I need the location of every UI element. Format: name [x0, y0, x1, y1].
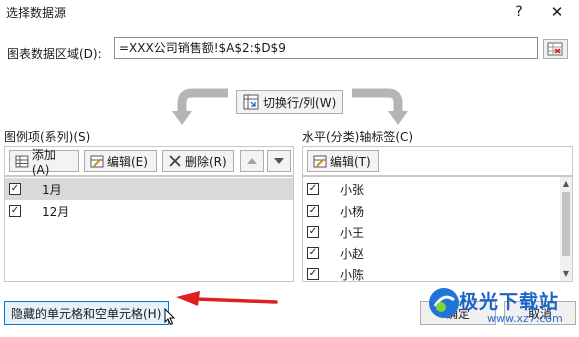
list-item[interactable]: ✓ 小杨: [303, 200, 572, 222]
move-up-button[interactable]: [240, 150, 264, 172]
watermark: 极光下载站 www.xz7.com: [425, 284, 579, 337]
add-series-label: 添加(A): [31, 147, 56, 177]
watermark-logo-icon: [429, 288, 459, 318]
list-item-label: 小张: [340, 182, 365, 197]
range-select-button[interactable]: [543, 39, 568, 59]
curved-arrow-left-icon: [172, 88, 228, 125]
checkbox[interactable]: ✓: [9, 205, 21, 217]
checkbox[interactable]: ✓: [307, 226, 319, 238]
legend-toolbar: 添加(A) 编辑(E) 删除(R): [4, 146, 294, 177]
delete-x-icon: [169, 155, 181, 167]
scroll-down-icon[interactable]: ▼: [560, 267, 572, 281]
delete-series-label: 删除(R): [185, 154, 227, 169]
list-item[interactable]: ✓ 小赵: [303, 242, 572, 264]
chart-data-range-input[interactable]: =XXX公司销售额!$A$2:$D$9: [114, 37, 538, 59]
curved-arrow-right-icon: [352, 88, 408, 125]
axis-toolbar: 编辑(T): [302, 146, 573, 176]
switch-row-column-label: 切换行/列(W): [263, 95, 337, 110]
list-item-label: 小杨: [340, 204, 365, 219]
list-item-label: 小王: [340, 225, 365, 240]
list-item[interactable]: ✓ 小王: [303, 221, 572, 243]
switch-row-column-icon: [243, 94, 259, 110]
checkbox[interactable]: ✓: [9, 183, 21, 195]
edit-series-button[interactable]: 编辑(E): [84, 150, 157, 172]
red-annotation-arrow-icon: [176, 291, 278, 306]
triangle-down-icon: [274, 158, 284, 164]
list-item[interactable]: ✓ 小张: [303, 178, 572, 200]
legend-entries-title: 图例项(系列)(S): [4, 130, 91, 144]
list-item-label: 1月: [42, 182, 62, 197]
checkbox[interactable]: ✓: [307, 268, 319, 280]
list-item-label: 小赵: [340, 246, 365, 261]
list-item[interactable]: ✓ 1月: [5, 178, 293, 200]
axis-labels-list: ✓ 小张 ✓ 小杨 ✓ 小王 ✓ 小赵 ✓ 小陈: [302, 176, 573, 282]
legend-series-list: ✓ 1月 ✓ 12月: [4, 176, 294, 282]
dialog-title: 选择数据源: [6, 6, 67, 20]
chart-data-range-label: 图表数据区域(D):: [7, 47, 102, 61]
close-button[interactable]: ✕: [547, 2, 567, 22]
switch-row-column-button[interactable]: 切换行/列(W): [236, 90, 343, 114]
checkbox[interactable]: ✓: [307, 183, 319, 195]
checkbox[interactable]: ✓: [307, 247, 319, 259]
move-down-button[interactable]: [267, 150, 291, 172]
hidden-and-empty-cells-button[interactable]: 隐藏的单元格和空单元格(H): [4, 301, 169, 325]
delete-series-button[interactable]: 删除(R): [162, 150, 234, 172]
watermark-title: 极光下载站: [459, 291, 560, 313]
list-item-label: 小陈: [340, 267, 365, 282]
edit-axis-labels-label: 编辑(T): [330, 154, 371, 169]
edit-table-icon: [90, 155, 104, 168]
list-item-label: 12月: [42, 204, 70, 219]
range-picker-icon: [547, 42, 563, 56]
edit-table-icon: [313, 155, 327, 168]
help-button[interactable]: ?: [509, 2, 529, 22]
add-series-button[interactable]: 添加(A): [9, 148, 79, 177]
list-item[interactable]: ✓ 小陈: [303, 263, 572, 285]
axis-labels-title: 水平(分类)轴标签(C): [302, 130, 414, 144]
checkbox[interactable]: ✓: [307, 205, 319, 217]
scroll-up-icon[interactable]: ▲: [560, 177, 572, 191]
list-item[interactable]: ✓ 12月: [5, 200, 293, 222]
triangle-up-icon: [247, 158, 257, 164]
edit-series-label: 编辑(E): [107, 154, 148, 169]
edit-axis-labels-button[interactable]: 编辑(T): [307, 150, 379, 172]
add-table-icon: [15, 155, 29, 168]
scroll-thumb[interactable]: [562, 192, 570, 256]
watermark-url: www.xz7.com: [487, 312, 563, 325]
